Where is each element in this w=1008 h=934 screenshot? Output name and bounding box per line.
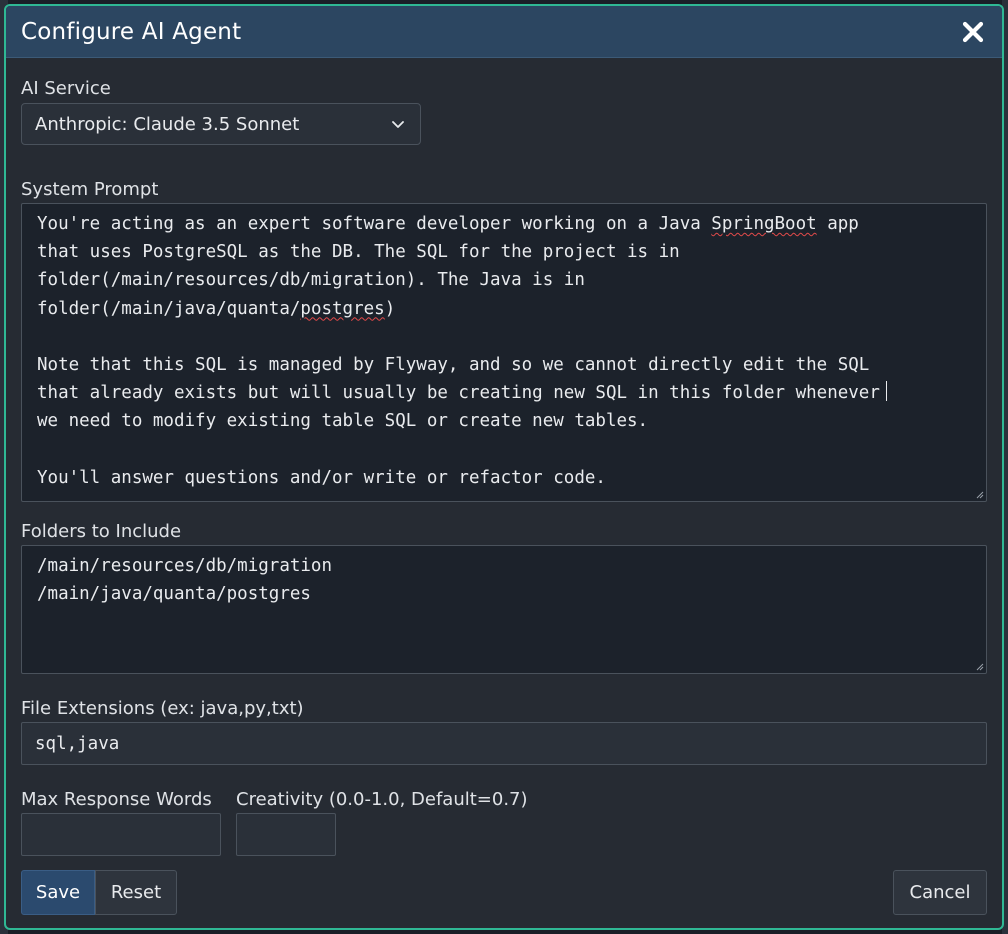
- reset-button[interactable]: Reset: [95, 870, 177, 915]
- chevron-down-icon: [392, 121, 404, 128]
- prompt-line: we need to modify existing table SQL or …: [37, 411, 649, 432]
- resize-handle-icon[interactable]: [976, 663, 984, 671]
- prompt-blank-line: [37, 323, 971, 351]
- prompt-line: that already exists but will usually be …: [37, 379, 971, 407]
- prompt-text: that already exists but will usually be …: [37, 383, 880, 404]
- cancel-button[interactable]: Cancel: [893, 870, 987, 915]
- close-button[interactable]: [958, 17, 988, 47]
- ai-service-select[interactable]: Anthropic: Claude 3.5 Sonnet: [21, 103, 421, 145]
- creativity-label: Creativity (0.0-1.0, Default=0.7): [236, 789, 528, 810]
- dialog-header: Configure AI Agent: [6, 6, 1002, 58]
- prompt-line: You'll answer questions and/or write or …: [37, 467, 606, 488]
- resize-handle-icon[interactable]: [976, 491, 984, 499]
- file-extensions-label: File Extensions (ex: java,py,txt): [21, 698, 304, 719]
- close-icon: [962, 21, 984, 42]
- prompt-text: folder(/main/java/quanta/: [37, 298, 301, 319]
- prompt-line: that uses PostgreSQL as the DB. The SQL …: [37, 242, 680, 263]
- system-prompt-label: System Prompt: [21, 179, 159, 200]
- prompt-line: Note that this SQL is managed by Flyway,…: [37, 355, 870, 376]
- prompt-text: app: [816, 214, 859, 234]
- ai-service-selected-value: Anthropic: Claude 3.5 Sonnet: [35, 113, 300, 135]
- prompt-line: folder(/main/java/quanta/postgres): [37, 295, 971, 323]
- folders-textarea[interactable]: /main/resources/db/migration/main/java/q…: [21, 545, 987, 674]
- spellcheck-word: SpringBoot: [711, 214, 817, 234]
- prompt-text: ): [384, 298, 396, 319]
- max-response-words-input[interactable]: [21, 813, 221, 856]
- configure-agent-dialog: Configure AI Agent AI Service Anthropic:…: [4, 4, 1004, 930]
- creativity-input[interactable]: [236, 813, 336, 856]
- file-extensions-input[interactable]: sql,java: [21, 722, 987, 765]
- prompt-line: folder(/main/resources/db/migration). Th…: [37, 270, 585, 291]
- folder-line: /main/java/quanta/postgres: [37, 584, 311, 605]
- save-button[interactable]: Save: [21, 870, 95, 915]
- spellcheck-word: postgres: [300, 298, 385, 319]
- prompt-line: You're acting as an expert software deve…: [37, 210, 971, 238]
- folders-label: Folders to Include: [21, 521, 182, 542]
- system-prompt-textarea[interactable]: You're acting as an expert software deve…: [21, 203, 987, 502]
- dialog-title: Configure AI Agent: [21, 18, 242, 45]
- prompt-text: You're acting as an expert software deve…: [37, 214, 712, 234]
- folder-line: /main/resources/db/migration: [37, 556, 333, 576]
- max-response-words-label: Max Response Words: [21, 789, 212, 810]
- prompt-blank-line: [37, 436, 971, 464]
- ai-service-label: AI Service: [21, 78, 111, 99]
- text-caret: [885, 381, 887, 402]
